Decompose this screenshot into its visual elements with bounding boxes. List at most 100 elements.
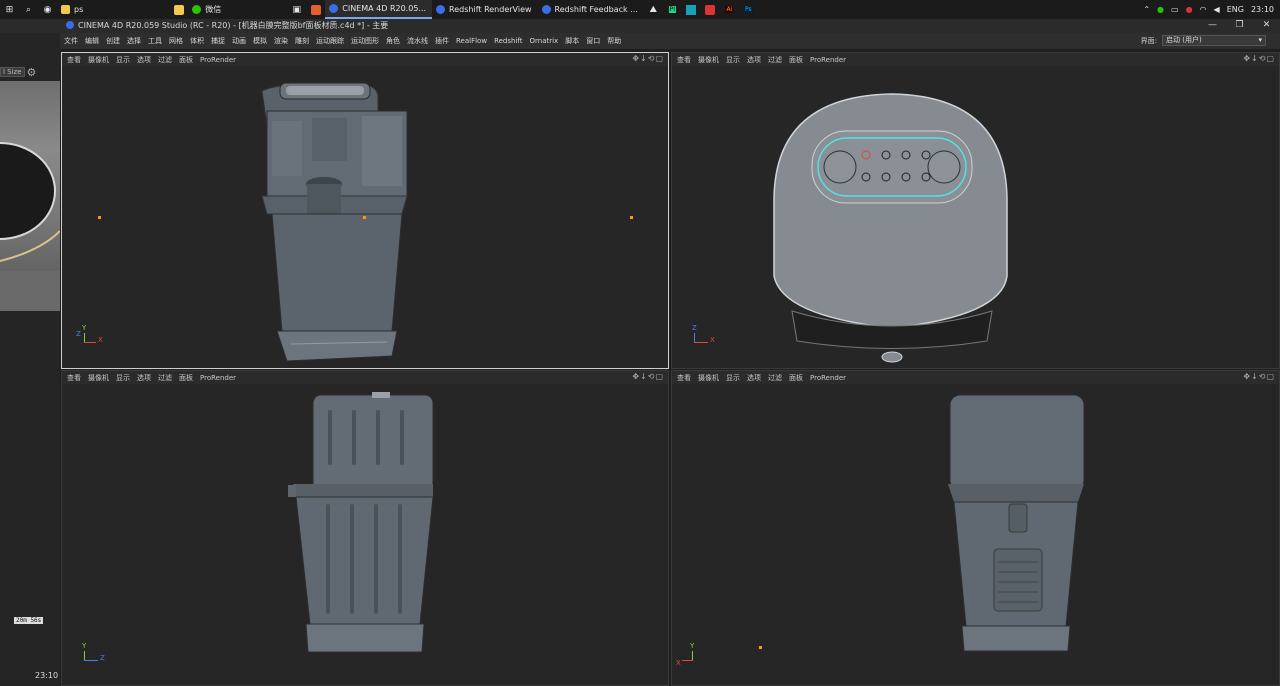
- menu-item[interactable]: 流水线: [407, 36, 428, 46]
- menu-item[interactable]: 捕捉: [211, 36, 225, 46]
- menu-item[interactable]: 插件: [435, 36, 449, 46]
- search-icon[interactable]: ⌕: [19, 0, 38, 19]
- viewport-menu-item[interactable]: 摄像机: [698, 373, 719, 383]
- menu-item[interactable]: 创建: [106, 36, 120, 46]
- maximize-button[interactable]: ❐: [1226, 19, 1253, 32]
- viewport-front[interactable]: 查看 摄像机 显示 选项 过滤 面板 ProRender ✥↓⟲▢ Y X: [671, 370, 1280, 686]
- wechat-tray-icon[interactable]: ●: [1157, 5, 1164, 14]
- viewport-menu-item[interactable]: 过滤: [768, 55, 782, 65]
- menu-item[interactable]: 动画: [232, 36, 246, 46]
- viewport-menu-item[interactable]: 过滤: [158, 55, 172, 65]
- menu-item[interactable]: Ornatrix: [530, 37, 559, 45]
- app-icon[interactable]: [306, 0, 325, 19]
- app-tray-icon[interactable]: ●: [1186, 5, 1193, 14]
- viewport-menu-item[interactable]: 查看: [677, 373, 691, 383]
- viewport-menu-item[interactable]: 选项: [137, 373, 151, 383]
- wifi-icon[interactable]: ◠: [1200, 5, 1207, 14]
- app-icon[interactable]: [682, 0, 701, 19]
- chevron-up-icon[interactable]: ⌃: [1143, 5, 1150, 14]
- viewport-nav-icons[interactable]: ✥↓⟲▢: [632, 372, 664, 381]
- viewport-menu-item[interactable]: 显示: [116, 373, 130, 383]
- app-icon[interactable]: ▣: [287, 0, 306, 19]
- viewport-menu-item[interactable]: 显示: [726, 373, 740, 383]
- c4d-icon: [329, 4, 339, 13]
- viewport-menu-item[interactable]: 查看: [67, 373, 81, 383]
- viewport-menu-item[interactable]: 显示: [726, 55, 740, 65]
- menu-item[interactable]: 运动图形: [351, 36, 379, 46]
- viewport-canvas[interactable]: Y Z: [62, 384, 668, 685]
- viewport-canvas[interactable]: Y X: [672, 384, 1279, 685]
- viewport-menu-item[interactable]: 选项: [747, 373, 761, 383]
- size-select[interactable]: l Size: [0, 67, 25, 77]
- app-icon[interactable]: [701, 0, 720, 19]
- chrome-icon[interactable]: ◉: [38, 0, 57, 19]
- volume-icon[interactable]: ◀: [1214, 5, 1220, 14]
- clock[interactable]: 23:10: [1251, 5, 1274, 14]
- illustrator-icon[interactable]: Ai: [720, 0, 739, 19]
- minimize-button[interactable]: —: [1199, 19, 1226, 32]
- viewport-menu-item[interactable]: ProRender: [810, 56, 846, 64]
- viewport-menu-item[interactable]: 摄像机: [88, 55, 109, 65]
- menu-item[interactable]: 角色: [386, 36, 400, 46]
- menu-item[interactable]: 脚本: [565, 36, 579, 46]
- viewport-menu-item[interactable]: ProRender: [810, 374, 846, 382]
- menu-item[interactable]: 文件: [64, 36, 78, 46]
- menu-item[interactable]: 帮助: [607, 36, 621, 46]
- menu-item[interactable]: 雕刻: [295, 36, 309, 46]
- viewport-menu-item[interactable]: ProRender: [200, 56, 236, 64]
- viewport-menu-item[interactable]: 过滤: [158, 373, 172, 383]
- language-indicator[interactable]: ENG: [1227, 5, 1244, 14]
- battery-icon[interactable]: ▭: [1171, 5, 1179, 14]
- viewport-menu: 查看 摄像机 显示 选项 过滤 面板 ProRender: [62, 53, 668, 66]
- viewport-menu-item[interactable]: 过滤: [768, 373, 782, 383]
- viewport-menu-item[interactable]: 查看: [677, 55, 691, 65]
- axis-y-label: Y: [82, 324, 87, 332]
- app-icon[interactable]: ⛰: [644, 0, 663, 19]
- menu-item[interactable]: Redshift: [494, 37, 522, 45]
- menu-item[interactable]: 选择: [127, 36, 141, 46]
- viewport-nav-icons[interactable]: ✥↓⟲▢: [1243, 54, 1275, 63]
- viewport-menu-item[interactable]: 显示: [116, 55, 130, 65]
- viewport-menu-item[interactable]: 查看: [67, 55, 81, 65]
- taskbar-item-wechat[interactable]: 微信: [188, 0, 227, 19]
- layout-dropdown[interactable]: 启动 (用户): [1162, 35, 1266, 46]
- menu-item[interactable]: 渲染: [274, 36, 288, 46]
- windows-start-icon[interactable]: ⊞: [0, 0, 19, 19]
- close-button[interactable]: ✕: [1253, 19, 1280, 32]
- viewport-right[interactable]: 查看 摄像机 显示 选项 过滤 面板 ProRender ✥↓⟲▢ Y Z: [61, 370, 669, 686]
- taskbar-item-feedback[interactable]: Redshift Feedback ...: [538, 0, 644, 19]
- taskbar-item-ps[interactable]: ps: [57, 0, 89, 19]
- viewport-canvas[interactable]: Z X: [672, 66, 1279, 368]
- menu-item[interactable]: 模拟: [253, 36, 267, 46]
- viewport-perspective[interactable]: 查看 摄像机 显示 选项 过滤 面板 ProRender ✥↓⟲▢ Y X Z: [61, 52, 669, 369]
- viewport-menu-item[interactable]: 选项: [747, 55, 761, 65]
- taskbar-item-renderview[interactable]: Redshift RenderView: [432, 0, 537, 19]
- menu-item[interactable]: RealFlow: [456, 37, 487, 45]
- layout-selector: 界面: 启动 (用户): [1141, 35, 1266, 46]
- viewport-menu-item[interactable]: 面板: [179, 55, 193, 65]
- gear-icon[interactable]: ⚙: [27, 66, 37, 79]
- axis-z-label: Z: [76, 330, 81, 338]
- viewport-menu-item[interactable]: 面板: [179, 373, 193, 383]
- viewport-top[interactable]: 查看 摄像机 显示 选项 过滤 面板 ProRender ✥↓⟲▢ Z X: [671, 52, 1280, 369]
- taskbar-item-cinema4d[interactable]: CINEMA 4D R20.05...: [325, 0, 433, 19]
- viewport-menu-item[interactable]: 摄像机: [698, 55, 719, 65]
- menu-item[interactable]: 体积: [190, 36, 204, 46]
- viewport-menu-item[interactable]: 摄像机: [88, 373, 109, 383]
- viewport-canvas[interactable]: Y X Z: [62, 66, 668, 368]
- viewport-menu-item[interactable]: 面板: [789, 373, 803, 383]
- viewport-nav-icons[interactable]: ✥↓⟲▢: [1243, 372, 1275, 381]
- menu-item[interactable]: 编辑: [85, 36, 99, 46]
- menu-item[interactable]: 运动跟踪: [316, 36, 344, 46]
- photoshop-icon[interactable]: Ps: [739, 0, 758, 19]
- pivot-point: [759, 646, 762, 649]
- viewport-menu-item[interactable]: 面板: [789, 55, 803, 65]
- menu-item[interactable]: 网格: [169, 36, 183, 46]
- menu-item[interactable]: 窗口: [586, 36, 600, 46]
- app-icon[interactable]: [169, 0, 188, 19]
- pycharm-icon[interactable]: PI: [663, 0, 682, 19]
- menu-item[interactable]: 工具: [148, 36, 162, 46]
- viewport-menu-item[interactable]: 选项: [137, 55, 151, 65]
- viewport-menu-item[interactable]: ProRender: [200, 374, 236, 382]
- viewport-nav-icons[interactable]: ✥↓⟲▢: [632, 54, 664, 63]
